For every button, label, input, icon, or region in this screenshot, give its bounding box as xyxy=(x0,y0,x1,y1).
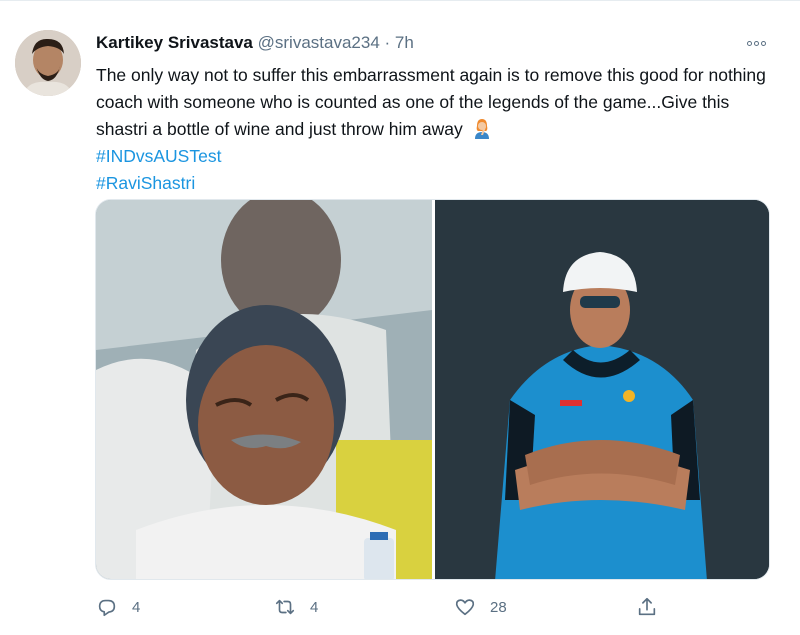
like-count: 28 xyxy=(490,598,507,616)
reply-count: 4 xyxy=(132,598,141,616)
coach-image xyxy=(435,200,769,579)
reply-icon xyxy=(98,599,116,617)
sleeping-man-image xyxy=(96,200,432,579)
reply-button[interactable]: 4 xyxy=(96,596,140,618)
like-button[interactable]: 28 xyxy=(454,596,507,618)
hashtag-indvsaustest[interactable]: #INDvsAUSTest xyxy=(96,143,776,170)
retweet-count: 4 xyxy=(310,598,319,616)
media-grid xyxy=(95,199,770,580)
tweet-text: The only way not to suffer this embarras… xyxy=(96,62,776,197)
top-divider xyxy=(0,0,800,1)
action-bar: 4 4 28 xyxy=(96,596,676,620)
share-button[interactable] xyxy=(636,596,658,618)
more-options-button[interactable] xyxy=(742,34,770,52)
tweet-header: Kartikey Srivastava @srivastava234 · 7h xyxy=(96,32,414,54)
tweet[interactable]: Kartikey Srivastava @srivastava234 · 7h … xyxy=(0,0,800,635)
share-icon xyxy=(638,597,656,616)
sleeping-man-photo[interactable] xyxy=(96,200,432,579)
hashtag-ravishastri[interactable]: #RaviShastri xyxy=(96,170,776,197)
author-handle[interactable]: @srivastava234 xyxy=(258,33,380,52)
person-facepalming-emoji xyxy=(474,119,489,139)
retweet-button[interactable]: 4 xyxy=(274,596,318,618)
separator-dot: · xyxy=(384,33,391,52)
avatar-image xyxy=(15,30,81,96)
avatar[interactable] xyxy=(15,30,81,96)
heart-icon xyxy=(455,599,475,616)
tweet-body: The only way not to suffer this embarras… xyxy=(96,65,766,139)
retweet-icon xyxy=(275,599,295,615)
coach-in-cap-and-jacket-photo[interactable] xyxy=(435,200,769,579)
timestamp[interactable]: 7h xyxy=(395,33,414,52)
author-name[interactable]: Kartikey Srivastava xyxy=(96,33,253,52)
more-options-icon xyxy=(746,40,767,46)
